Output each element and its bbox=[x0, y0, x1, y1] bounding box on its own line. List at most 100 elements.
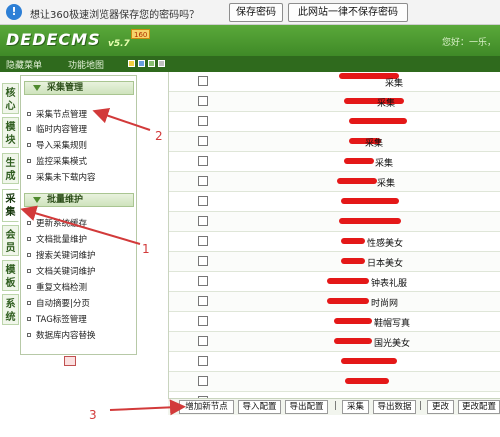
redaction-mark bbox=[341, 358, 397, 364]
left-menu-panel: 采集管理 采集节点管理 临时内容管理 导入采集规则 监控采集模式 采集未下载内容… bbox=[20, 75, 137, 355]
menu-item-batch-docs[interactable]: 文档批量维护 bbox=[27, 233, 135, 245]
redaction-mark bbox=[334, 318, 372, 324]
table-row: 时尚网 bbox=[169, 292, 500, 312]
user-greeting: 您好：一乐， bbox=[441, 38, 496, 48]
tab-member[interactable]: 会员 bbox=[2, 225, 19, 256]
menu-item-monitor-mode[interactable]: 监控采集模式 bbox=[27, 155, 135, 167]
tab-collect[interactable]: 采集 bbox=[2, 189, 19, 222]
menu-item-temp-content[interactable]: 临时内容管理 bbox=[27, 123, 135, 135]
annotation-number-3: 3 bbox=[89, 408, 97, 422]
site-map-link[interactable]: 功能地图 bbox=[68, 58, 104, 71]
theme-swatch-yellow-icon[interactable] bbox=[128, 60, 135, 67]
theme-swatch-blue-icon[interactable] bbox=[138, 60, 145, 67]
export-data-button[interactable]: 导出数据 bbox=[373, 400, 416, 414]
row-checkbox[interactable] bbox=[198, 116, 208, 126]
table-row: 钟表礼服 bbox=[169, 272, 500, 292]
bullet-icon bbox=[27, 143, 31, 147]
export-config-button[interactable]: 导出配置 bbox=[285, 400, 328, 414]
row-checkbox[interactable] bbox=[198, 316, 208, 326]
bullet-icon bbox=[27, 269, 31, 273]
row-checkbox[interactable] bbox=[198, 376, 208, 386]
bullet-icon bbox=[27, 221, 31, 225]
batch-maintenance-title: 批量维护 bbox=[47, 195, 84, 205]
row-checkbox[interactable] bbox=[198, 136, 208, 146]
hide-menu-link[interactable]: 隐藏菜单 bbox=[6, 58, 42, 71]
table-row bbox=[169, 212, 500, 232]
row-checkbox[interactable] bbox=[198, 356, 208, 366]
row-checkbox[interactable] bbox=[198, 236, 208, 246]
table-row: 采集 bbox=[169, 92, 500, 112]
table-row bbox=[169, 192, 500, 212]
separator: | bbox=[334, 401, 338, 411]
import-config-button[interactable]: 导入配置 bbox=[238, 400, 281, 414]
dedecms-logo: DEDECMS bbox=[6, 30, 101, 49]
bullet-icon bbox=[27, 285, 31, 289]
row-checkbox[interactable] bbox=[198, 276, 208, 286]
theme-swatch-gray-icon[interactable] bbox=[158, 60, 165, 67]
save-password-button[interactable]: 保存密码 bbox=[229, 3, 283, 22]
row-checkbox[interactable] bbox=[198, 196, 208, 206]
brand-header: DEDECMS v5.7 160 您好：一乐， bbox=[0, 25, 500, 56]
password-prompt-message: 想让360极速浏览器保存您的密码吗？ bbox=[30, 10, 200, 21]
add-node-button[interactable]: 增加新节点 bbox=[179, 400, 234, 414]
menu-item-db-replace[interactable]: 数据库内容替换 bbox=[27, 329, 135, 341]
separator: | bbox=[419, 401, 423, 411]
redaction-mark bbox=[341, 258, 365, 264]
row-checkbox[interactable] bbox=[198, 76, 208, 86]
row-checkbox[interactable] bbox=[198, 156, 208, 166]
menu-item-import-rules[interactable]: 导入采集规则 bbox=[27, 139, 135, 151]
menu-item-collect-nodes[interactable]: 采集节点管理 bbox=[27, 108, 135, 120]
bullet-icon bbox=[27, 175, 31, 179]
redaction-mark bbox=[339, 218, 401, 224]
sub-toolbar: 隐藏菜单 功能地图 bbox=[0, 56, 500, 72]
collect-button[interactable]: 采集 bbox=[342, 400, 369, 414]
menu-item-auto-summary[interactable]: 自动摘要|分页 bbox=[27, 297, 135, 309]
row-checkbox[interactable] bbox=[198, 336, 208, 346]
collapse-triangle-icon bbox=[33, 197, 41, 203]
bullet-icon bbox=[27, 159, 31, 163]
menu-item-undownloaded[interactable]: 采集未下载内容 bbox=[27, 171, 135, 183]
node-action-bar: 增加新节点 导入配置 导出配置 | 采集 导出数据 | 更改 更改配置 bbox=[168, 398, 500, 415]
table-row bbox=[169, 372, 500, 392]
menu-item-search-keywords[interactable]: 搜索关键词维护 bbox=[27, 249, 135, 261]
table-row: 国光美女 bbox=[169, 332, 500, 352]
menu-item-doc-keywords[interactable]: 文档关键词维护 bbox=[27, 265, 135, 277]
tab-template[interactable]: 模板 bbox=[2, 260, 19, 291]
never-save-password-button[interactable]: 此网站一律不保存密码 bbox=[288, 3, 408, 22]
tab-module[interactable]: 模块 bbox=[2, 117, 19, 148]
batch-maintenance-header[interactable]: 批量维护 bbox=[24, 193, 134, 207]
table-row: 鞋帽写真 bbox=[169, 312, 500, 332]
change-config-button[interactable]: 更改配置 bbox=[458, 400, 500, 414]
menu-item-duplicate-check[interactable]: 重复文档检测 bbox=[27, 281, 135, 293]
row-checkbox[interactable] bbox=[198, 216, 208, 226]
redaction-mark bbox=[337, 178, 377, 184]
bullet-icon bbox=[27, 112, 31, 116]
bullet-icon bbox=[27, 253, 31, 257]
table-row: 性感美女 bbox=[169, 232, 500, 252]
bullet-icon bbox=[27, 333, 31, 337]
password-prompt-bar: ! 想让360极速浏览器保存您的密码吗？ 保存密码 此网站一律不保存密码 bbox=[0, 0, 500, 25]
row-checkbox[interactable] bbox=[198, 256, 208, 266]
tab-core[interactable]: 核心 bbox=[2, 83, 19, 114]
table-row: 采集 bbox=[169, 72, 500, 92]
collect-management-header[interactable]: 采集管理 bbox=[24, 81, 134, 95]
theme-swatch-green-icon[interactable] bbox=[148, 60, 155, 67]
row-checkbox[interactable] bbox=[198, 96, 208, 106]
info-icon: ! bbox=[6, 4, 22, 20]
menu-item-update-cache[interactable]: 更新系统缓存 bbox=[27, 217, 135, 229]
row-checkbox[interactable] bbox=[198, 176, 208, 186]
menu-item-tag-management[interactable]: TAG标签管理 bbox=[27, 313, 135, 325]
tab-system[interactable]: 系统 bbox=[2, 294, 19, 325]
collect-management-title: 采集管理 bbox=[47, 83, 84, 93]
edit-button[interactable]: 更改 bbox=[427, 400, 454, 414]
redaction-mark bbox=[349, 118, 407, 124]
redaction-mark bbox=[341, 238, 365, 244]
bullet-icon bbox=[27, 301, 31, 305]
table-row bbox=[169, 352, 500, 372]
redaction-mark bbox=[344, 158, 374, 164]
row-checkbox[interactable] bbox=[198, 296, 208, 306]
bullet-icon bbox=[27, 127, 31, 131]
panel-toggle-icon[interactable] bbox=[64, 356, 76, 366]
table-row: 采集 bbox=[169, 132, 500, 152]
tab-generate[interactable]: 生成 bbox=[2, 153, 19, 184]
